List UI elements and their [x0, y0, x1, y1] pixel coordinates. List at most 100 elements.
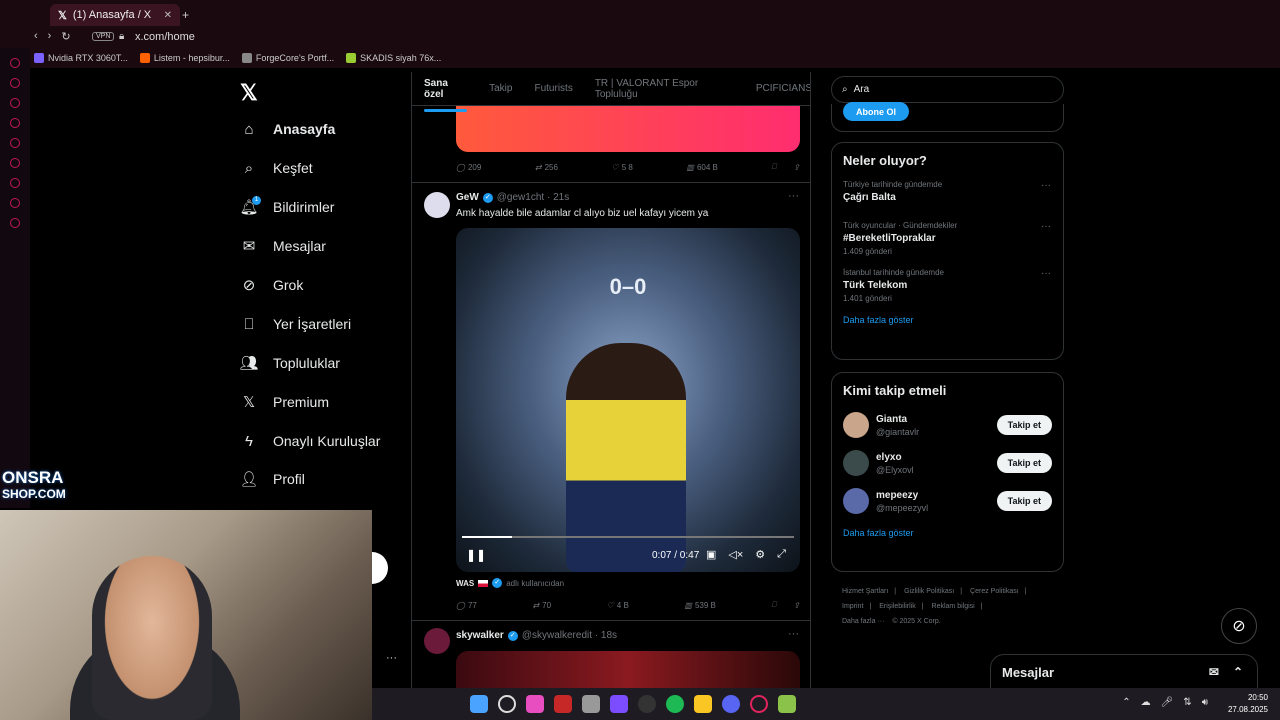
reload-icon[interactable]: ↻	[61, 30, 70, 43]
close-icon[interactable]: ✕	[164, 10, 172, 21]
more-icon[interactable]: ···	[1041, 268, 1051, 279]
views-button[interactable]: ▥ 539 B	[684, 600, 715, 610]
pause-icon[interactable]: ❚❚	[466, 548, 486, 562]
more-icon[interactable]: ···	[788, 190, 799, 202]
messages-dock[interactable]: Mesajlar ✉ ⌃	[990, 654, 1258, 690]
search-input[interactable]: ⌕ Ara	[831, 76, 1064, 103]
app-icon[interactable]	[526, 695, 544, 713]
windows-start-icon[interactable]	[470, 695, 488, 713]
nav-item-home[interactable]: ⌂ Anasayfa	[240, 120, 335, 138]
app-icon[interactable]	[610, 695, 628, 713]
bookmark-item[interactable]: SKADIS siyah 76x...	[346, 53, 441, 63]
sidebar-app-icon[interactable]	[10, 58, 20, 68]
retweet-button[interactable]: ⇄ 256	[535, 162, 558, 172]
reply-button[interactable]: ◯ 209	[456, 162, 481, 172]
nav-item-explore[interactable]: ⌕ Keşfet	[240, 159, 313, 177]
reply-button[interactable]: ◯ 77	[456, 600, 477, 610]
tab-pcificians[interactable]: PCIFICIANS	[756, 83, 810, 94]
trend-item[interactable]: İstanbul tarihinde gündemde Türk Telekom…	[832, 264, 1063, 309]
author-handle[interactable]: @skywalkeredit · 18s	[522, 630, 617, 641]
sidebar-app-icon[interactable]	[10, 198, 20, 208]
tab-following[interactable]: Takip	[489, 83, 512, 94]
author-name[interactable]: GeW	[456, 192, 479, 203]
trend-item[interactable]: Türkiye tarihinde gündemde Çağrı Balta ·…	[832, 176, 1063, 209]
nav-item-profile[interactable]: 👤︎ Profil	[239, 470, 304, 488]
app-icon[interactable]	[582, 695, 600, 713]
cloud-icon[interactable]: ☁	[1141, 697, 1151, 708]
browser-tab[interactable]: 𝕏 (1) Anasayfa / X ✕	[50, 4, 180, 26]
volume-icon[interactable]: 🔊︎	[1202, 697, 1208, 708]
new-tab-icon[interactable]: +	[182, 8, 189, 22]
opera-icon[interactable]	[750, 695, 768, 713]
grok-icon[interactable]: ⊘	[1221, 608, 1257, 644]
app-icon[interactable]	[778, 695, 796, 713]
more-icon[interactable]: ···	[386, 652, 397, 664]
show-more-link[interactable]: Daha fazla göster	[832, 520, 1063, 548]
nav-item-grok[interactable]: ⊘ Grok	[240, 276, 304, 294]
avatar[interactable]	[843, 450, 869, 476]
forward-icon[interactable]: ›	[48, 30, 52, 43]
retweet-button[interactable]: ⇄ 70	[532, 600, 551, 610]
nav-item-communities[interactable]: 👥︎ Topluluklar	[239, 354, 339, 372]
network-icon[interactable]: ⇅	[1183, 697, 1191, 708]
folder-icon[interactable]	[694, 695, 712, 713]
nav-item-verified-orgs[interactable]: ϟ Onaylı Kuruluşlar	[240, 432, 380, 450]
app-icon[interactable]	[554, 695, 572, 713]
back-icon[interactable]: ‹	[34, 30, 38, 43]
follow-suggestion[interactable]: mepeezy @mepeezyvl Takip et	[832, 482, 1063, 520]
follow-button[interactable]: Takip et	[996, 453, 1052, 473]
x-logo[interactable]: 𝕏	[240, 80, 258, 106]
nav-item-messages[interactable]: ✉ Mesajlar	[240, 237, 326, 255]
video-progress[interactable]	[462, 536, 794, 538]
subscribe-button[interactable]: Abone Ol	[843, 102, 909, 121]
chevron-up-icon[interactable]: ⌃	[1122, 697, 1130, 708]
like-button[interactable]: ♡ 4 B	[607, 600, 629, 610]
discord-icon[interactable]	[722, 695, 740, 713]
app-icon[interactable]	[638, 695, 656, 713]
url-text[interactable]: x.com/home	[135, 31, 195, 43]
avatar[interactable]	[843, 412, 869, 438]
mute-icon[interactable]: ◁×	[728, 548, 743, 561]
more-icon[interactable]: ···	[1041, 221, 1051, 232]
avatar[interactable]	[424, 192, 450, 218]
tab-for-you[interactable]: Sana özel	[424, 78, 468, 112]
sidebar-app-icon[interactable]	[10, 78, 20, 88]
author-handle[interactable]: @gew1cht · 21s	[497, 192, 569, 203]
spotify-icon[interactable]	[666, 695, 684, 713]
reply-from[interactable]: WAS	[456, 579, 474, 588]
search-icon[interactable]	[498, 695, 516, 713]
sidebar-app-icon[interactable]	[10, 178, 20, 188]
bookmark-item[interactable]: ForgeCore's Portf...	[241, 53, 334, 63]
sidebar-app-icon[interactable]	[10, 98, 20, 108]
follow-suggestion[interactable]: Gianta @giantavlr Takip et	[832, 406, 1063, 444]
show-more-link[interactable]: Daha fazla göster	[832, 309, 1063, 335]
captions-icon[interactable]: ▣	[706, 548, 716, 561]
author-name[interactable]: skywalker	[456, 630, 504, 641]
bookmark-item[interactable]: Listem - hepsibur...	[139, 53, 230, 63]
fullscreen-icon[interactable]: ⤢	[777, 548, 786, 561]
views-button[interactable]: ▥ 604 B	[686, 162, 717, 172]
chevron-up-icon[interactable]: ⌃	[1233, 665, 1243, 679]
compose-message-icon[interactable]: ✉	[1209, 665, 1219, 679]
tab-futurists[interactable]: Futurists	[534, 83, 572, 94]
video-player[interactable]: 0–0 ❚❚ 0:07 / 0:47 ▣ ◁× ⚙ ⤢	[456, 228, 800, 572]
follow-suggestion[interactable]: elyxo @Elyxovl Takip et	[832, 444, 1063, 482]
taskbar-clock[interactable]: 20:50 27.08.2025	[1228, 692, 1268, 716]
bookmark-item[interactable]: Nvidia RTX 3060T...	[34, 53, 128, 63]
sidebar-app-icon[interactable]	[10, 138, 20, 148]
more-icon[interactable]: ···	[788, 628, 799, 640]
avatar[interactable]	[424, 628, 450, 654]
tab-valorant[interactable]: TR | VALORANT Espor Topluluğu	[595, 78, 734, 100]
bookmark-post-button[interactable]: ⎕ ⇪	[771, 162, 800, 172]
post-media[interactable]	[456, 651, 800, 688]
sidebar-app-icon[interactable]	[10, 158, 20, 168]
nav-item-bookmarks[interactable]: ⎕ Yer İşaretleri	[240, 315, 351, 333]
nav-item-premium[interactable]: 𝕏 Premium	[240, 393, 329, 411]
sidebar-app-icon[interactable]	[10, 118, 20, 128]
settings-icon[interactable]: ⚙	[755, 548, 765, 561]
sidebar-app-icon[interactable]	[10, 218, 20, 228]
follow-button[interactable]: Takip et	[996, 491, 1052, 511]
post-media[interactable]	[456, 106, 800, 152]
trend-item[interactable]: Türk oyuncular · Gündemdekiler #Bereketl…	[832, 217, 1063, 262]
mic-icon[interactable]: 🎤︎	[1161, 697, 1174, 708]
